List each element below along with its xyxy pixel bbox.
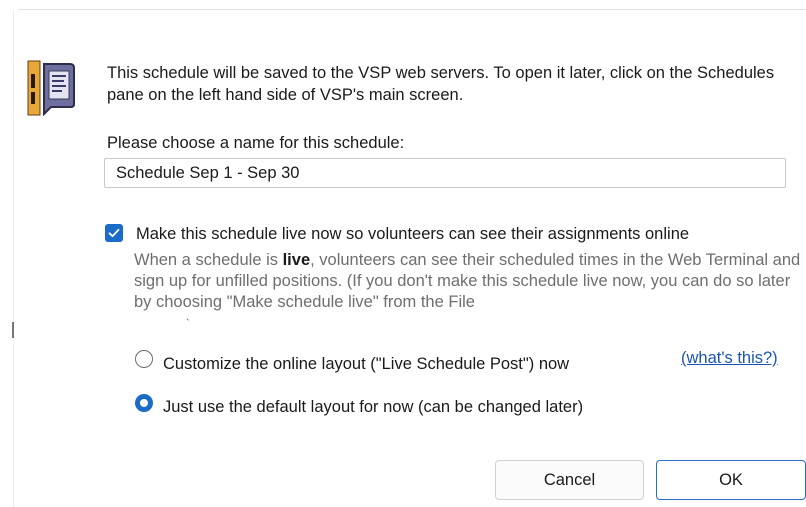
live-description: When a schedule is live, volunteers can … (134, 250, 806, 313)
default-layout-radio[interactable] (135, 394, 153, 412)
make-live-label[interactable]: Make this schedule live now so volunteer… (136, 225, 689, 244)
intro-text: This schedule will be saved to the VSP w… (107, 64, 775, 104)
schedule-name-input[interactable] (104, 158, 786, 188)
window-top-border (18, 9, 806, 10)
cancel-button[interactable]: Cancel (495, 460, 644, 500)
live-desc-pre: When a schedule is (134, 251, 283, 269)
resize-handle (12, 322, 14, 338)
default-layout-label[interactable]: Just use the default layout for now (can… (163, 398, 583, 417)
name-prompt-label: Please choose a name for this schedule: (107, 134, 405, 152)
live-desc-bold: live (282, 251, 311, 269)
checkmark-icon (108, 228, 120, 238)
make-live-checkbox[interactable] (105, 224, 123, 242)
window-left-border (13, 10, 14, 507)
customize-layout-radio[interactable] (135, 350, 153, 368)
schedule-document-icon (27, 60, 83, 117)
whats-this-link[interactable]: (what's this?) (681, 349, 778, 368)
text-cursor-mark: ` (186, 318, 190, 330)
customize-layout-label[interactable]: Customize the online layout ("Live Sched… (163, 355, 569, 374)
ok-button[interactable]: OK (656, 460, 806, 500)
